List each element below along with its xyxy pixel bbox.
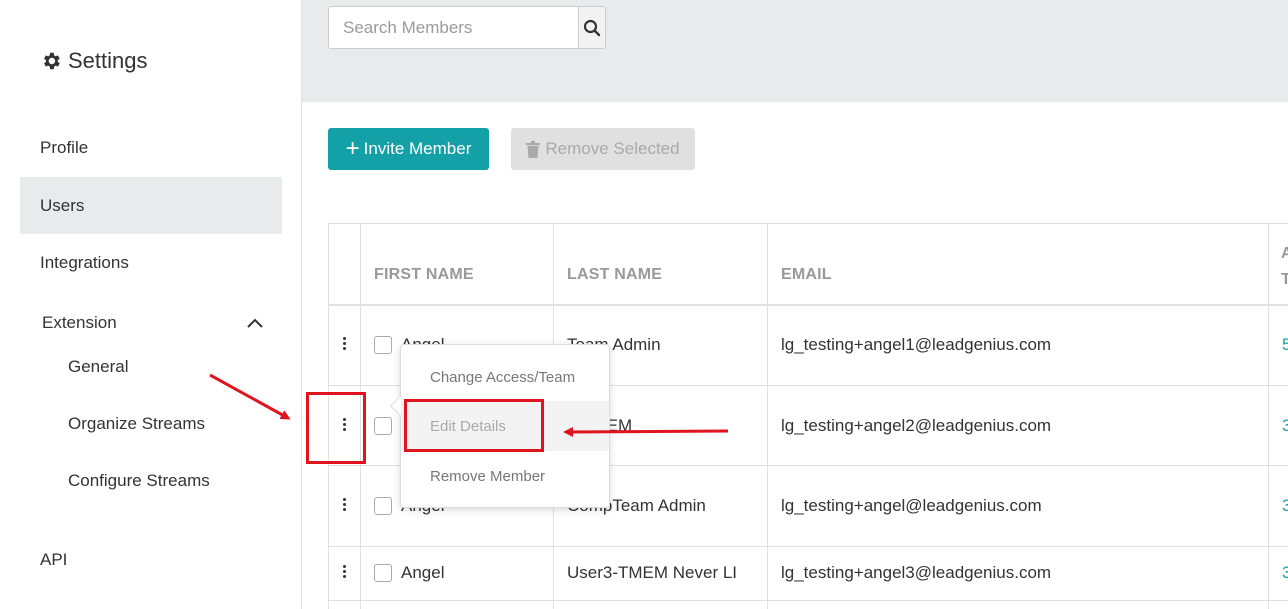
row-checkbox[interactable] — [374, 564, 392, 582]
column-header-email[interactable]: EMAIL — [781, 266, 832, 284]
sidebar-subitem-configure-streams[interactable]: Configure Streams — [68, 471, 210, 491]
sidebar-title: Settings — [40, 48, 148, 74]
row-checkbox[interactable] — [374, 336, 392, 354]
row-actions-kebab-icon[interactable] — [340, 565, 348, 578]
sidebar-item-integrations[interactable]: Integrations — [20, 234, 282, 291]
column-header-partial[interactable]: A T — [1281, 241, 1288, 293]
sidebar-extension-label: Extension — [42, 313, 117, 332]
annotation-box-kebab — [306, 392, 366, 464]
extra-cell[interactable]: 5 — [1282, 335, 1288, 355]
sidebar-item-label: Users — [40, 195, 85, 215]
sidebar-title-text: Settings — [68, 48, 148, 73]
sidebar-extension-toggle[interactable]: Extension — [42, 313, 264, 333]
sidebar-item-api[interactable]: API — [20, 531, 282, 588]
settings-sidebar: Settings Profile Users Integrations Exte… — [0, 0, 302, 609]
header-divider — [328, 304, 1288, 306]
sidebar-item-label: API — [40, 549, 68, 569]
row-divider — [328, 600, 1288, 601]
sidebar-item-label: Profile — [40, 137, 89, 157]
row-divider — [328, 546, 1288, 547]
annotation-box-edit-details — [404, 399, 544, 452]
table-border-top — [328, 223, 1288, 224]
menu-item-remove-member[interactable]: Remove Member — [401, 451, 609, 501]
column-divider — [1268, 223, 1269, 609]
last-name-cell: User3-TMEM Never LI — [567, 563, 738, 582]
row-actions-kebab-icon[interactable] — [340, 337, 348, 350]
search-button[interactable] — [578, 7, 605, 48]
invite-member-button[interactable]: + Invite Member — [328, 128, 489, 170]
invite-member-label: Invite Member — [363, 139, 472, 158]
menu-item-change-access-team[interactable]: Change Access/Team — [401, 352, 609, 402]
email-cell: lg_testing+angel1@leadgenius.com — [781, 335, 1052, 354]
extra-cell[interactable]: 3 — [1282, 496, 1288, 516]
email-cell: lg_testing+angel2@leadgenius.com — [781, 416, 1052, 435]
row-checkbox[interactable] — [374, 497, 392, 515]
email-cell: lg_testing+angel@leadgenius.com — [781, 496, 1042, 515]
extra-cell[interactable]: 3 — [1282, 416, 1288, 436]
remove-selected-label: Remove Selected — [545, 139, 680, 158]
plus-icon: + — [345, 135, 360, 162]
gear-icon — [44, 52, 60, 70]
column-divider — [767, 223, 768, 609]
trash-icon — [526, 140, 541, 158]
row-checkbox[interactable] — [374, 417, 392, 435]
remove-selected-button[interactable]: Remove Selected — [511, 128, 695, 170]
first-name-cell: Angel — [401, 563, 445, 582]
search-input[interactable] — [329, 7, 578, 48]
extra-cell[interactable]: 3 — [1282, 563, 1288, 583]
row-actions-kebab-icon[interactable] — [340, 498, 348, 511]
sidebar-subitem-general[interactable]: General — [68, 357, 128, 377]
chevron-up-icon — [247, 318, 263, 328]
column-header-last-name[interactable]: LAST NAME — [567, 266, 662, 284]
sidebar-item-users[interactable]: Users — [20, 177, 282, 234]
sidebar-subitem-organize-streams[interactable]: Organize Streams — [68, 414, 205, 434]
search-icon — [583, 19, 601, 36]
sidebar-item-profile[interactable]: Profile — [20, 119, 282, 176]
column-header-first-name[interactable]: FIRST NAME — [374, 266, 474, 284]
sidebar-item-label: Integrations — [40, 252, 129, 272]
email-cell: lg_testing+angel3@leadgenius.com — [781, 563, 1052, 582]
search-members — [328, 6, 606, 49]
